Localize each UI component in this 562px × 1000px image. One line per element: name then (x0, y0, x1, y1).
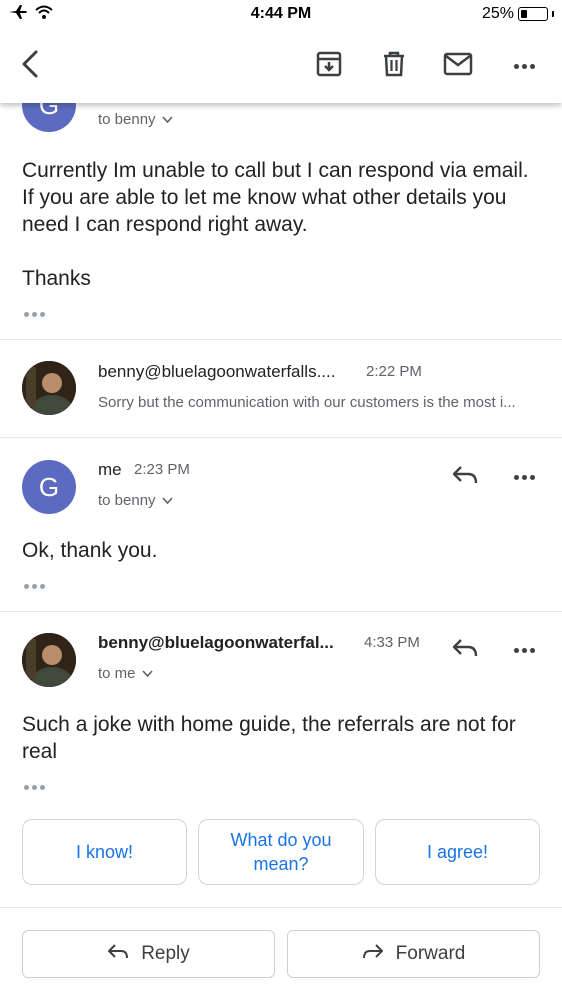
status-time: 4:44 PM (250, 5, 312, 22)
reply-icon (107, 943, 129, 966)
back-icon (19, 49, 41, 84)
reply-button[interactable] (448, 460, 482, 494)
mark-unread-button[interactable] (440, 48, 476, 84)
smart-reply-button[interactable]: I know! (22, 819, 187, 885)
trash-icon (381, 50, 407, 83)
status-bar: 4:44 PM 25% (0, 0, 562, 30)
reply-action-button[interactable]: Reply (22, 930, 275, 978)
more-icon (513, 474, 535, 480)
forward-action-button[interactable]: Forward (287, 930, 540, 978)
divider (0, 611, 562, 612)
reply-icon (452, 638, 478, 663)
divider (0, 437, 562, 438)
recipient-label: to me (98, 665, 136, 682)
avatar (22, 361, 76, 415)
battery-fill (521, 10, 527, 18)
archive-button[interactable] (311, 48, 347, 84)
archive-icon (315, 50, 343, 83)
message-body: Such a joke with home guide, the referra… (22, 713, 516, 763)
more-options-button[interactable] (506, 48, 542, 84)
sender-name: me (98, 460, 122, 479)
divider (0, 907, 562, 908)
battery-icon (518, 7, 548, 21)
battery-indicator: 25% (482, 5, 554, 23)
forward-label: Forward (395, 943, 466, 964)
recipient-toggle[interactable]: to benny (98, 111, 173, 128)
recipient-toggle[interactable]: to me (98, 665, 153, 682)
message-signoff: Thanks (22, 267, 91, 290)
smart-reply-button[interactable]: I agree! (375, 819, 540, 885)
more-icon (513, 63, 535, 69)
smart-reply-button[interactable]: What do you mean? (198, 819, 364, 885)
chevron-down-icon (161, 492, 173, 509)
battery-tip (552, 11, 554, 17)
avatar: G (22, 460, 76, 514)
chevron-down-icon (161, 111, 173, 128)
mail-icon (443, 52, 473, 81)
message-more-button[interactable] (507, 460, 541, 494)
more-icon (513, 647, 535, 653)
message-more-button[interactable] (507, 633, 541, 667)
message-time: 4:33 PM (364, 634, 420, 651)
sender-name: benny@bluelagoonwaterfalls.... (98, 362, 336, 381)
divider (0, 339, 562, 340)
avatar (22, 633, 76, 687)
show-trimmed-button[interactable] (24, 312, 45, 317)
sender-name: benny@bluelagoonwaterfal... (98, 633, 334, 652)
reply-label: Reply (141, 943, 190, 964)
avatar-letter: G (38, 471, 60, 502)
toolbar (0, 30, 562, 103)
recipient-toggle[interactable]: to benny (98, 492, 173, 509)
reply-icon (452, 465, 478, 490)
message-snippet[interactable]: Sorry but the communication with our cus… (98, 394, 538, 411)
message-body: Ok, thank you. (22, 539, 158, 562)
battery-percent: 25% (481, 5, 514, 22)
forward-icon (362, 943, 384, 966)
chevron-down-icon (141, 665, 153, 682)
reply-button[interactable] (448, 633, 482, 667)
recipient-label: to benny (98, 111, 156, 128)
show-trimmed-button[interactable] (24, 584, 45, 589)
show-trimmed-button[interactable] (24, 785, 45, 790)
message-time: 2:23 PM (134, 461, 190, 478)
delete-button[interactable] (376, 48, 412, 84)
message-body: Currently Im unable to call but I can re… (22, 159, 529, 236)
recipient-label: to benny (98, 492, 156, 509)
message-time: 2:22 PM (366, 363, 422, 380)
back-button[interactable] (12, 48, 48, 84)
